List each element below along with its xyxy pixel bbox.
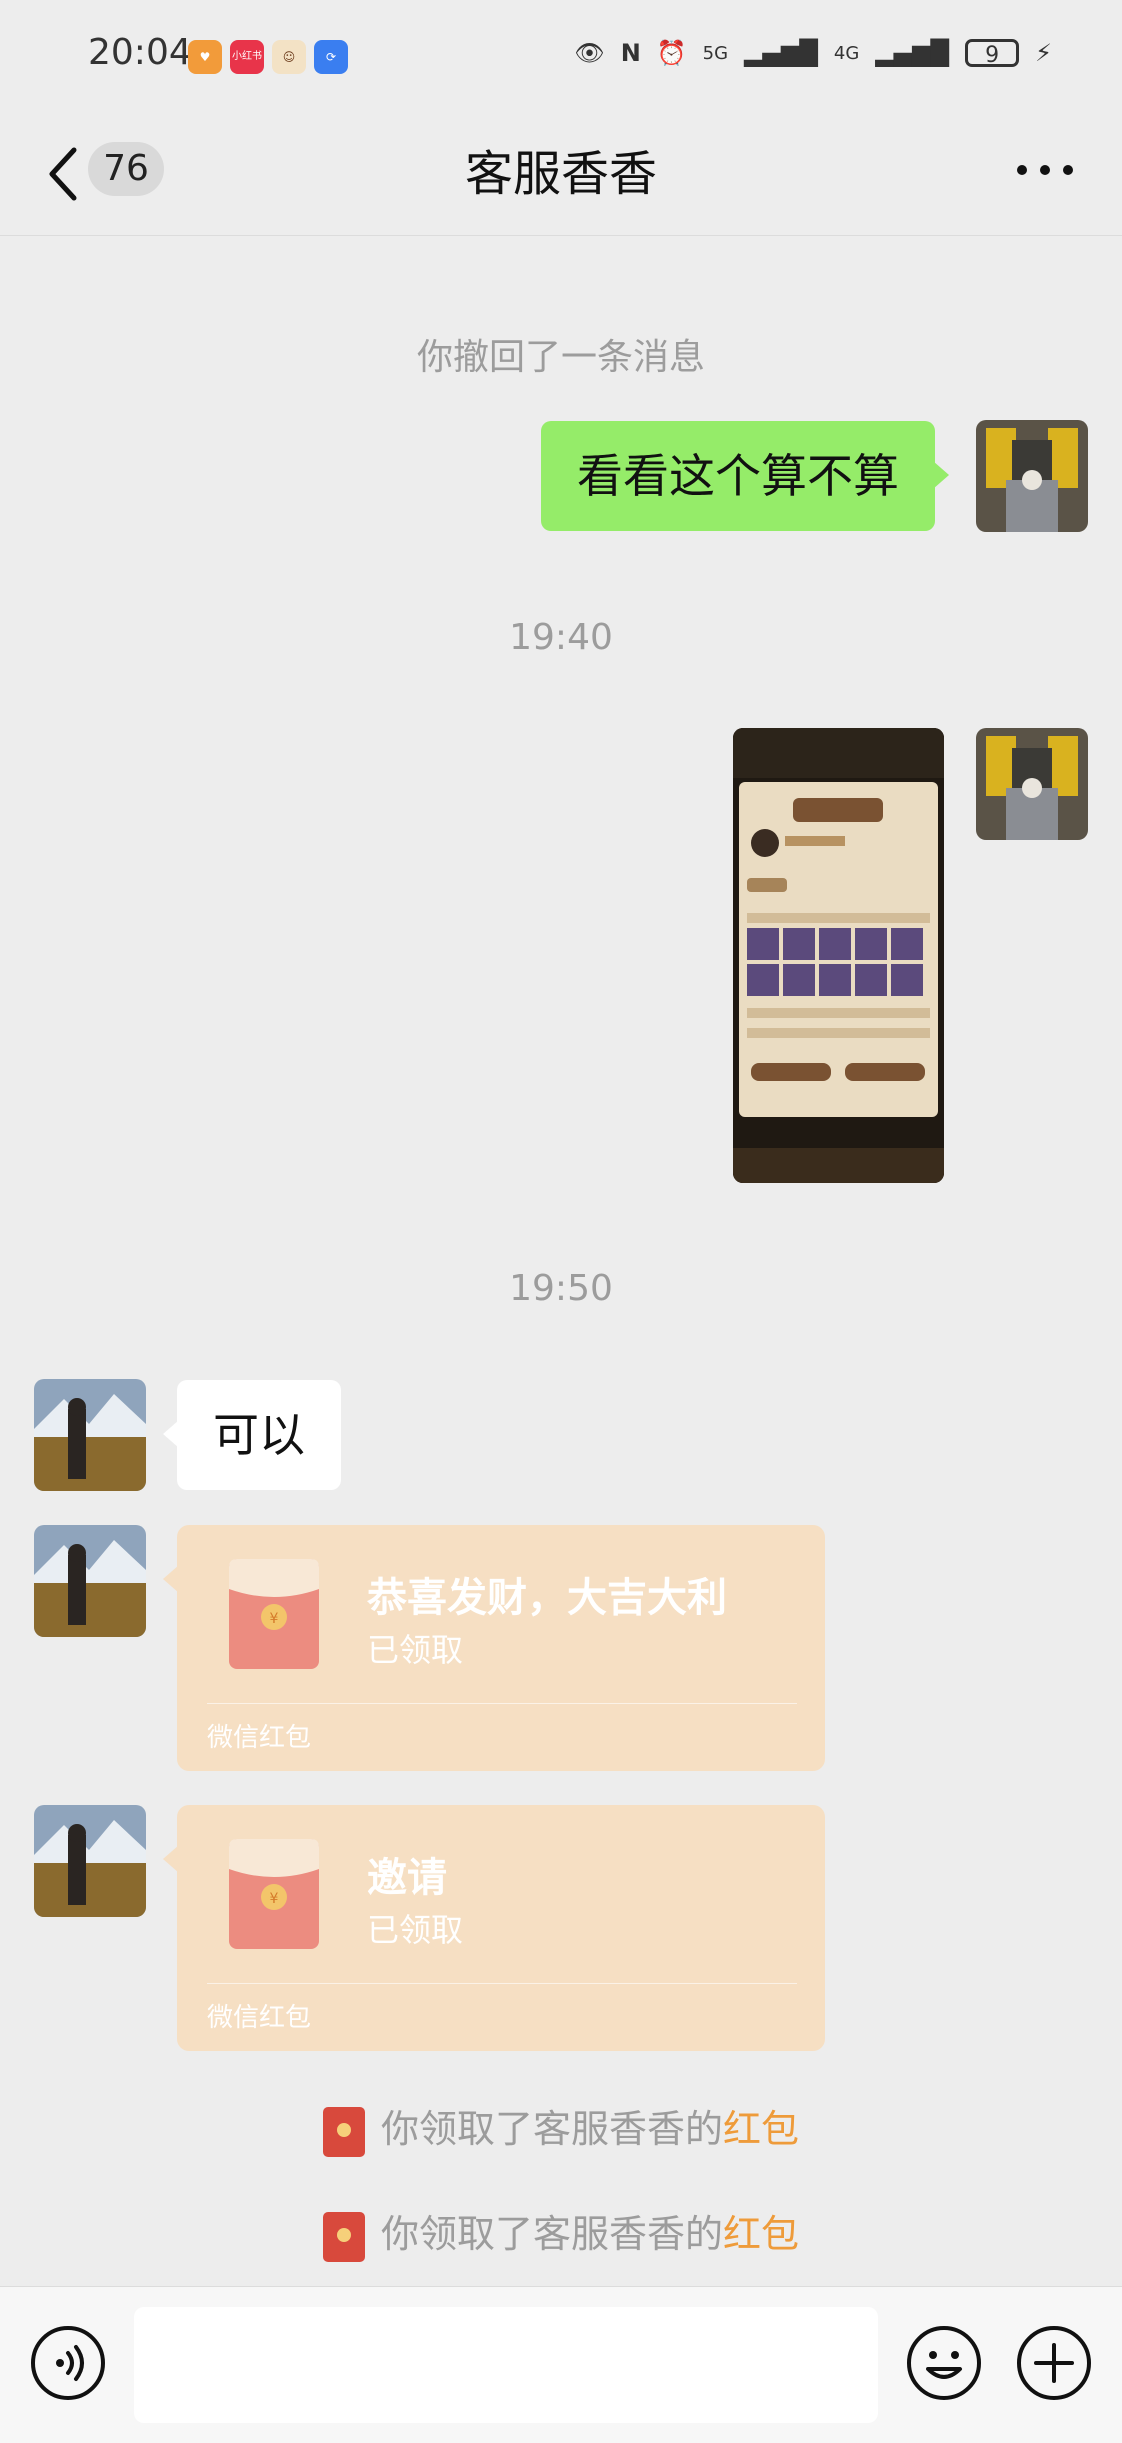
emoji-button[interactable] <box>906 2325 982 2401</box>
red-packet-title: 恭喜发财，大吉大利 <box>367 1575 727 1621</box>
red-packet-card[interactable]: ¥ 邀请 已领取 微信红包 <box>163 1805 825 2051</box>
red-packet-status: 已领取 <box>367 1631 464 1669</box>
status-bar: 20:04 ♥ 小红书 ☺ ⟳ 👁 N ⏰ 5G ▂▄▆█ 4G ▂▄▆█ 9 … <box>0 0 1122 110</box>
svg-text:¥: ¥ <box>270 1891 279 1907</box>
svg-text:¥: ¥ <box>270 1611 279 1627</box>
game-screenshot-image <box>733 728 944 1183</box>
landscape-avatar-image <box>34 1379 146 1491</box>
voice-icon <box>31 2326 105 2400</box>
my-avatar[interactable] <box>976 420 1088 532</box>
claim-notice: 你领取了客服香香的红包 <box>0 2098 1122 2157</box>
divider <box>207 1983 797 1984</box>
alarm-icon: ⏰ <box>656 39 687 67</box>
landscape-avatar-image <box>34 1805 146 1917</box>
claim-link[interactable]: 红包 <box>723 2107 799 2151</box>
claim-text: 你领取了客服香香的 <box>380 2107 723 2151</box>
red-packet-footer: 微信红包 <box>207 1723 312 1753</box>
red-packet-title: 邀请 <box>367 1855 447 1901</box>
more-icon <box>1017 165 1073 175</box>
red-packet-icon <box>322 2106 365 2157</box>
my-message-bubble[interactable]: 看看这个算不算 <box>541 421 949 531</box>
signal-icon: ▂▄▆█ <box>875 39 950 67</box>
plus-button[interactable] <box>1016 2325 1092 2401</box>
smiley-icon <box>907 2326 981 2400</box>
signal-5g-label: 5G <box>702 42 729 64</box>
timestamp: 19:40 <box>509 617 613 658</box>
contact-message-bubble[interactable]: 可以 <box>163 1380 341 1490</box>
landscape-avatar-image <box>34 1525 146 1637</box>
contact-avatar[interactable] <box>34 1379 146 1491</box>
claim-notice: 你领取了客服香香的红包 <box>0 2203 1122 2262</box>
divider <box>207 1703 797 1704</box>
game-screenshot-message[interactable] <box>733 728 944 1183</box>
red-packet-icon: ¥ <box>229 1559 319 1669</box>
more-button[interactable] <box>1010 140 1080 200</box>
red-packet-icon: ¥ <box>229 1839 319 1949</box>
xiaohongshu-icon: 小红书 <box>230 40 264 74</box>
eye-icon: 👁 <box>574 39 605 67</box>
red-packet-icon <box>322 2211 365 2262</box>
love-app-icon: ♥ <box>188 40 222 74</box>
chat-title: 客服香香 <box>464 146 657 202</box>
message-input[interactable] <box>134 2307 878 2423</box>
monkey-app-icon: ☺ <box>272 40 306 74</box>
claim-link[interactable]: 红包 <box>723 2212 799 2256</box>
red-packet-status: 已领取 <box>367 1911 464 1949</box>
contact-avatar[interactable] <box>34 1525 146 1637</box>
robot-avatar-image <box>976 420 1088 532</box>
nfc-icon: N <box>620 39 641 67</box>
status-icons: 👁 N ⏰ 5G ▂▄▆█ 4G ▂▄▆█ 9 ⚡ <box>574 30 1052 76</box>
recall-notice: 你撤回了一条消息 <box>416 337 705 378</box>
status-time: 20:04 <box>88 32 192 73</box>
timestamp: 19:50 <box>509 1268 613 1309</box>
charging-icon: ⚡ <box>1035 39 1052 67</box>
claim-text: 你领取了客服香香的 <box>380 2212 723 2256</box>
red-packet-card[interactable]: ¥ 恭喜发财，大吉大利 已领取 微信红包 <box>163 1525 825 1771</box>
signal-4g-label: 4G <box>833 42 860 64</box>
signal-icon: ▂▄▆█ <box>744 39 818 67</box>
blue-app-icon: ⟳ <box>314 40 348 74</box>
battery-icon: 9 <box>965 39 1020 68</box>
robot-avatar-image <box>976 728 1088 840</box>
contact-avatar[interactable] <box>34 1805 146 1917</box>
voice-button[interactable] <box>30 2325 106 2401</box>
my-avatar[interactable] <box>976 728 1088 840</box>
plus-icon <box>1017 2326 1091 2400</box>
red-packet-footer: 微信红包 <box>207 2003 312 2033</box>
